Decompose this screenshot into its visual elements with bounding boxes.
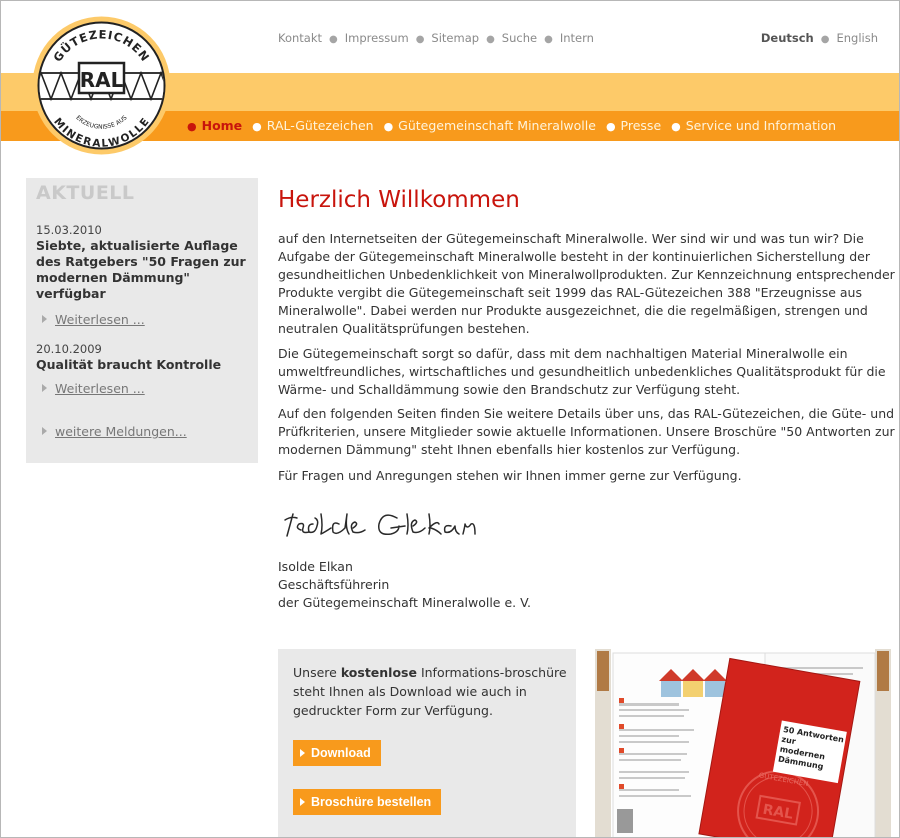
bullet-separator: ● (486, 34, 495, 45)
language-english[interactable]: English (836, 31, 878, 45)
arrow-right-icon (300, 798, 305, 806)
top-link-impressum[interactable]: Impressum (345, 31, 409, 45)
arrow-right-icon (42, 315, 47, 323)
svg-text:RAL: RAL (80, 68, 124, 92)
promo-text-part: Unsere (293, 665, 341, 680)
top-link-kontakt[interactable]: Kontakt (278, 31, 322, 45)
nav-item-guetegemeinschaft[interactable]: ● Gütegemeinschaft Mineralwolle (384, 118, 596, 133)
brochure-cover-image[interactable]: GÜTEZEICHEN RAL 50 Antworten zur moderne… (595, 649, 891, 838)
bullet-separator: ● (329, 34, 338, 45)
signer-role: Geschäftsführerin (278, 577, 390, 592)
top-link-sitemap[interactable]: Sitemap (431, 31, 479, 45)
signer-organization: der Gütegemeinschaft Mineralwolle e. V. (278, 595, 532, 610)
promo-text-bold: kostenlose (340, 665, 417, 680)
arrow-right-icon (300, 749, 305, 757)
body-paragraph: Die Gütegemeinschaft sorgt so dafür, das… (278, 346, 886, 397)
order-button-label: Broschüre bestellen (311, 795, 432, 809)
more-news-label: weitere Meldungen... (55, 424, 187, 439)
nav-item-label: Home (201, 118, 243, 133)
nav-item-service[interactable]: ● Service und Information (671, 118, 836, 133)
language-switcher: Deutsch ● English (761, 31, 878, 45)
arrow-right-icon (42, 384, 47, 392)
read-more-label: Weiterlesen ... (55, 381, 145, 396)
read-more-link[interactable]: Weiterlesen ... (42, 312, 145, 327)
language-deutsch[interactable]: Deutsch (761, 31, 814, 45)
page-frame: Kontakt ● Impressum ● Sitemap ● Suche ● Intern D… (0, 0, 900, 838)
nav-bullet-icon: ● (605, 120, 616, 133)
order-brochure-button[interactable]: Broschüre bestellen (293, 789, 442, 815)
nav-bullet-icon: ● (383, 120, 394, 133)
bullet-separator: ● (544, 34, 553, 45)
bullet-separator: ● (415, 34, 425, 45)
nav-item-label: Gütegemeinschaft Mineralwolle (398, 118, 596, 133)
handwritten-signature (284, 513, 476, 537)
news-title[interactable]: Siebte, aktualisierte Auflage des Ratgeb… (36, 238, 256, 302)
top-links: Kontakt ● Impressum ● Sitemap ● Suche ● Intern (278, 31, 594, 45)
bullet-separator: ● (820, 34, 830, 45)
top-link-intern[interactable]: Intern (560, 31, 594, 45)
nav-item-presse[interactable]: ● Presse (606, 118, 661, 133)
nav-bullet-icon: ● (671, 120, 681, 133)
nav-bullet-icon: ● (252, 120, 262, 133)
more-news-link[interactable]: weitere Meldungen... (42, 424, 187, 439)
promo-text: Unsere kostenlose Informations-broschüre… (293, 663, 573, 720)
nav-item-label: RAL-Gütezeichen (266, 118, 374, 133)
download-button[interactable]: Download (293, 740, 381, 766)
read-more-link[interactable]: Weiterlesen ... (42, 381, 145, 396)
sidebar-heading: AKTUELL (36, 182, 135, 204)
nav-bullet-icon: ● (187, 120, 197, 133)
nav-item-label: Presse (620, 118, 662, 133)
body-paragraph: Auf den folgenden Seiten finden Sie weit… (278, 406, 895, 457)
nav-item-ral-guetezeichen[interactable]: ● RAL-Gütezeichen (252, 118, 373, 133)
read-more-label: Weiterlesen ... (55, 312, 145, 327)
closing-paragraph: Für Fragen und Anregungen stehen wir Ihn… (278, 468, 742, 483)
signer-name: Isolde Elkan (278, 559, 353, 574)
nav-item-home[interactable]: ● Home (187, 118, 242, 133)
arrow-right-icon (42, 427, 47, 435)
ral-guetezeichen-logo[interactable]: GÜTEZEICHEN RAL ERZEUGNISSE AUS MINERALW… (31, 15, 172, 156)
news-title[interactable]: Qualität braucht Kontrolle (36, 357, 256, 373)
nav-item-label: Service und Information (685, 118, 837, 133)
news-date: 20.10.2009 (36, 342, 102, 356)
download-button-label: Download (311, 746, 371, 760)
top-link-suche[interactable]: Suche (502, 31, 537, 45)
main-nav: ● Home ● RAL-Gütezeichen ● Gütegemeinschaft M… (187, 118, 836, 133)
page-title: Herzlich Willkommen (278, 187, 520, 213)
news-date: 15.03.2010 (36, 223, 102, 237)
intro-paragraph: auf den Internetseiten der Gütegemeinsch… (278, 231, 895, 336)
